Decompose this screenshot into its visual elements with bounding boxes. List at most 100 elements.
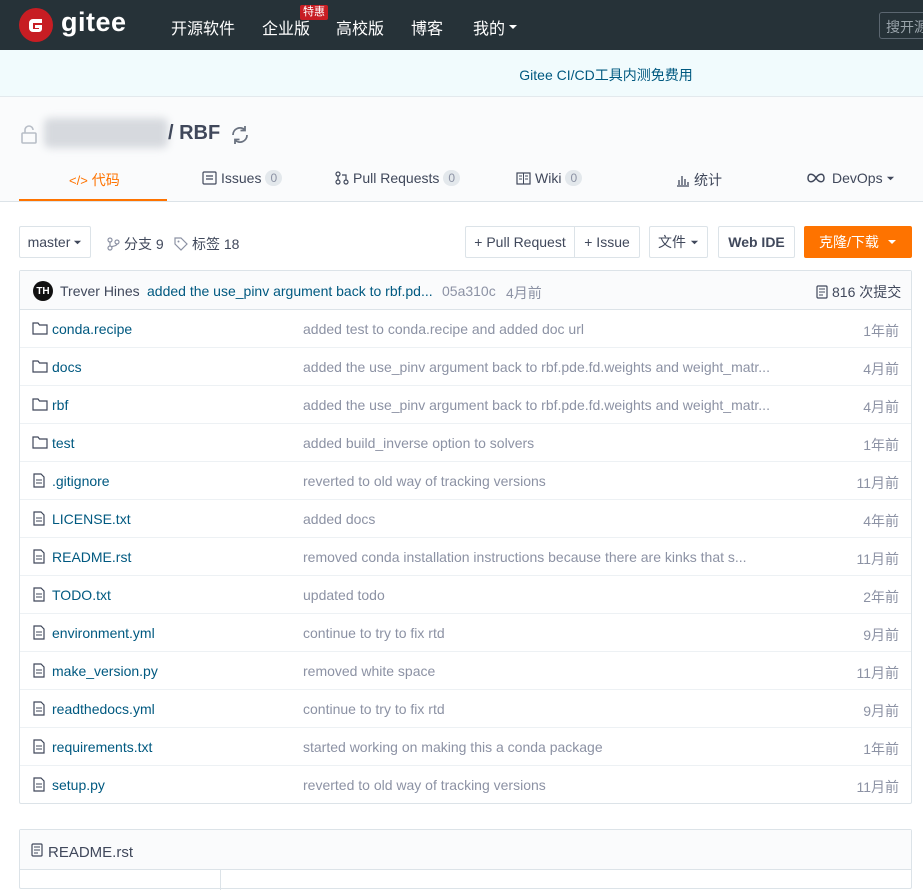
file-icon [33, 587, 45, 602]
table-row[interactable]: setup.py reverted to old way of tracking… [20, 766, 911, 804]
search-input[interactable]: 搜开源 [879, 12, 923, 39]
file-name[interactable]: conda.recipe [52, 321, 132, 337]
table-row[interactable]: conda.recipe added test to conda.recipe … [20, 310, 911, 348]
file-commit-message[interactable]: added docs [303, 511, 773, 527]
file-commit-message[interactable]: reverted to old way of tracking versions [303, 473, 773, 489]
file-commit-message[interactable]: removed conda installation instructions … [303, 549, 773, 565]
file-icon [33, 739, 45, 754]
file-name[interactable]: rbf [52, 397, 68, 413]
unlock-icon [21, 125, 37, 144]
file-icon [33, 625, 45, 640]
table-row[interactable]: requirements.txt started working on maki… [20, 728, 911, 766]
new-pull-request-button[interactable]: + Pull Request [465, 226, 575, 258]
commit-author[interactable]: Trever Hines [60, 283, 140, 299]
file-icon [33, 701, 45, 716]
file-commit-message[interactable]: started working on making this a conda p… [303, 739, 773, 755]
banner-link[interactable]: Gitee CI/CD工具内测免费用 [0, 65, 923, 85]
file-commit-message[interactable]: continue to try to fix rtd [303, 701, 773, 717]
branches-link[interactable]: 分支 9 [107, 234, 164, 254]
file-commit-message[interactable]: updated todo [303, 587, 773, 603]
tags-link[interactable]: 标签 18 [174, 234, 239, 254]
tab-issues-label: Issues [221, 170, 262, 186]
active-tab-indicator [19, 199, 167, 201]
repo-name[interactable]: / RBF [168, 122, 220, 145]
tab-stats[interactable]: 统计 [676, 170, 722, 190]
file-time: 1年前 [863, 323, 899, 339]
new-issue-button[interactable]: + Issue [574, 226, 640, 258]
file-name[interactable]: TODO.txt [52, 587, 111, 603]
tab-issues[interactable]: Issues 0 [202, 170, 283, 186]
nav-mine-label: 我的 [473, 21, 506, 38]
file-name[interactable]: requirements.txt [52, 739, 152, 755]
table-row[interactable]: readthedocs.yml continue to try to fix r… [20, 690, 911, 728]
readme-divider [220, 870, 221, 890]
file-name[interactable]: docs [52, 359, 82, 375]
file-list: TH Trever Hines added the use_pinv argum… [19, 270, 912, 804]
tab-pull-requests[interactable]: Pull Requests 0 [335, 170, 461, 186]
avatar[interactable]: TH [33, 281, 53, 301]
web-ide-button[interactable]: Web IDE [718, 226, 795, 258]
tab-devops-label: DevOps [832, 170, 883, 186]
infinity-icon [807, 173, 825, 183]
nav-blog[interactable]: 博客 [411, 15, 443, 39]
file-commit-message[interactable]: removed white space [303, 663, 773, 679]
table-row[interactable]: docs added the use_pinv argument back to… [20, 348, 911, 386]
tab-code[interactable]: </> 代码 [69, 170, 120, 190]
file-commit-message[interactable]: added build_inverse option to solvers [303, 435, 773, 451]
readme-title: README.rst [48, 844, 134, 861]
table-row[interactable]: LICENSE.txt added docs 4年前 [20, 500, 911, 538]
nav-mine[interactable]: 我的 [473, 15, 518, 39]
file-name[interactable]: .gitignore [52, 473, 110, 489]
table-row[interactable]: .gitignore reverted to old way of tracki… [20, 462, 911, 500]
folder-icon [32, 398, 48, 411]
file-commit-message[interactable]: added the use_pinv argument back to rbf.… [303, 359, 773, 375]
file-icon [33, 777, 45, 792]
gitee-logo-icon[interactable] [19, 8, 53, 42]
branch-select[interactable]: master [19, 226, 91, 258]
nav-open-source[interactable]: 开源软件 [171, 15, 235, 39]
file-name[interactable]: environment.yml [52, 625, 155, 641]
table-row[interactable]: TODO.txt updated todo 2年前 [20, 576, 911, 614]
caret-down-icon [74, 240, 82, 244]
table-row[interactable]: environment.yml continue to try to fix r… [20, 614, 911, 652]
files-dropdown-label: 文件 [658, 234, 686, 250]
table-row[interactable]: README.rst removed conda installation in… [20, 538, 911, 576]
clone-download-button[interactable]: 克隆/下载 [804, 226, 912, 258]
file-time: 9月前 [863, 703, 899, 719]
file-icon [33, 473, 45, 488]
commit-message[interactable]: added the use_pinv argument back to rbf.… [147, 283, 433, 299]
logo-text[interactable]: gitee [61, 7, 127, 38]
file-commit-message[interactable]: reverted to old way of tracking versions [303, 777, 773, 793]
nav-university[interactable]: 高校版 [336, 15, 384, 39]
code-icon: </> [69, 172, 88, 188]
tab-wiki[interactable]: Wiki 0 [516, 170, 583, 186]
branches-label: 分支 9 [124, 236, 164, 252]
caret-down-icon [509, 25, 518, 29]
file-name[interactable]: make_version.py [52, 663, 158, 679]
file-rows: conda.recipe added test to conda.recipe … [20, 310, 911, 804]
file-time: 11月前 [856, 551, 899, 567]
table-row[interactable]: make_version.py removed white space 11月前 [20, 652, 911, 690]
readme-icon [31, 843, 43, 857]
file-name[interactable]: LICENSE.txt [52, 511, 131, 527]
file-name[interactable]: setup.py [52, 777, 105, 793]
tab-devops[interactable]: DevOps [806, 170, 895, 186]
file-name[interactable]: test [52, 435, 75, 451]
commit-count-link[interactable]: 816 次提交 [816, 282, 901, 302]
file-name[interactable]: README.rst [52, 549, 131, 565]
tab-pull-requests-label: Pull Requests [353, 170, 440, 186]
file-commit-message[interactable]: added the use_pinv argument back to rbf.… [303, 397, 773, 413]
owner-name-blurred[interactable] [44, 118, 168, 148]
table-row[interactable]: rbf added the use_pinv argument back to … [20, 386, 911, 424]
file-time: 4年前 [863, 513, 899, 529]
caret-down-icon [690, 240, 699, 244]
file-name[interactable]: readthedocs.yml [52, 701, 155, 717]
file-icon [33, 663, 45, 678]
file-icon [33, 549, 45, 564]
sync-icon[interactable] [229, 124, 251, 146]
table-row[interactable]: test added build_inverse option to solve… [20, 424, 911, 462]
file-commit-message[interactable]: added test to conda.recipe and added doc… [303, 321, 773, 337]
files-dropdown[interactable]: 文件 [649, 226, 708, 258]
commit-hash[interactable]: 05a310c [442, 283, 496, 299]
file-commit-message[interactable]: continue to try to fix rtd [303, 625, 773, 641]
